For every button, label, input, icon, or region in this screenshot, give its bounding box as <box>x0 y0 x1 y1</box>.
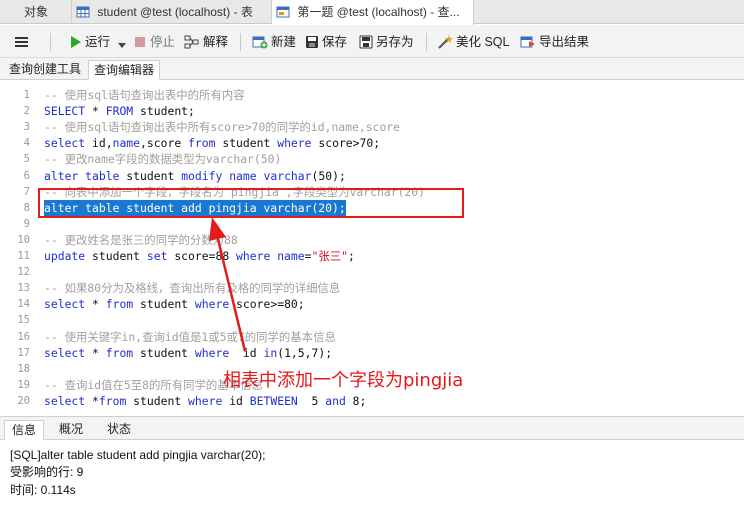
result-tabs: 信息 概况 状态 <box>0 416 744 440</box>
tab-student-table[interactable]: student @test (localhost) - 表 <box>72 0 272 24</box>
stop-label: 停止 <box>150 35 176 49</box>
new-query-icon <box>252 36 268 49</box>
magic-wand-icon <box>438 35 453 49</box>
toolbar-separator <box>240 33 241 51</box>
sql-editor[interactable]: 20 select *from student where id BETWEEN … <box>0 81 744 414</box>
save-label: 保存 <box>322 35 348 49</box>
info-panel: [SQL]alter table student add pingjia var… <box>0 441 744 520</box>
run-dropdown[interactable] <box>118 32 129 52</box>
caret-down-icon <box>118 43 126 48</box>
tab-profile[interactable]: 概况 <box>52 420 90 440</box>
table-icon <box>76 3 90 18</box>
toolbar-separator <box>50 33 51 51</box>
save-as-label: 另存为 <box>376 35 414 49</box>
editor-mode-tabs: 查询创建工具 查询编辑器 <box>0 58 744 80</box>
beautify-sql-button[interactable]: 美化 SQL <box>437 32 510 52</box>
export-icon <box>520 36 535 48</box>
save-as-button[interactable]: 另存为 <box>359 32 414 52</box>
export-label: 导出结果 <box>539 35 590 49</box>
info-sql: [SQL]alter table student add pingjia var… <box>10 448 266 462</box>
save-icon <box>306 36 318 48</box>
query-toolbar: 运行 停止 解释 新建 保存 另存为 美化 SQL 导出结果 <box>0 25 744 58</box>
menu-button[interactable] <box>14 32 33 52</box>
tab-status[interactable]: 状态 <box>100 420 138 440</box>
hamburger-icon <box>15 37 28 47</box>
tab-label: 对象 <box>24 5 49 19</box>
explain-icon <box>184 35 199 49</box>
annotation-arrow <box>209 217 247 352</box>
tab-query[interactable]: 第一题 @test (localhost) - 查... <box>272 0 474 25</box>
tab-query-builder[interactable]: 查询创建工具 <box>4 60 86 80</box>
explain-button[interactable]: 解释 <box>184 32 228 52</box>
new-button[interactable]: 新建 <box>252 32 296 52</box>
new-label: 新建 <box>271 35 297 49</box>
arrow-shaft <box>215 234 247 352</box>
window-tab-bar: 对象 student @test (localhost) - 表 第一题 @te… <box>0 0 744 25</box>
info-affected-rows: 受影响的行: 9 <box>10 465 84 479</box>
query-icon <box>276 3 290 18</box>
info-time: 时间: 0.114s <box>10 483 76 497</box>
arrow-head <box>209 217 226 241</box>
export-results-button[interactable]: 导出结果 <box>520 32 589 52</box>
beautify-label: 美化 SQL <box>456 35 510 49</box>
tab-objects[interactable]: 对象 <box>0 0 72 24</box>
save-as-icon <box>359 35 373 49</box>
stop-button[interactable]: 停止 <box>133 32 175 52</box>
tab-label: 第一题 @test (localhost) - 查... <box>297 5 460 19</box>
run-label: 运行 <box>85 35 111 49</box>
stop-icon <box>135 37 145 47</box>
play-icon <box>71 36 81 48</box>
save-button[interactable]: 保存 <box>305 32 347 52</box>
tab-label: student @test (localhost) - 表 <box>97 5 253 19</box>
explain-label: 解释 <box>203 35 229 49</box>
tab-query-editor[interactable]: 查询编辑器 <box>88 60 161 80</box>
run-button[interactable]: 运行 <box>68 32 110 52</box>
navicat-query-window: 对象 student @test (localhost) - 表 第一题 @te… <box>0 0 744 520</box>
tab-info[interactable]: 信息 <box>4 420 45 440</box>
toolbar-separator <box>426 33 427 51</box>
